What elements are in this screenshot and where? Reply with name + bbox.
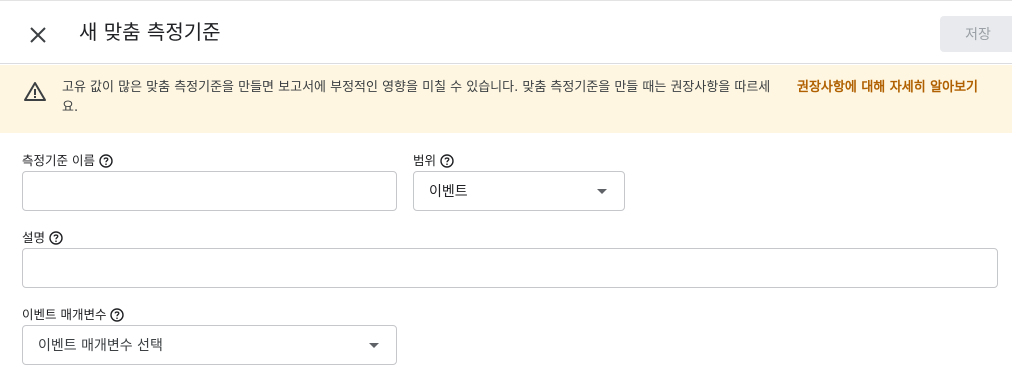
scope-select[interactable]: 이벤트 — [413, 171, 625, 211]
event-parameter-label-text: 이벤트 매개변수 — [22, 307, 107, 322]
description-label: 설명 — [22, 229, 63, 247]
dropdown-arrow-icon — [369, 343, 379, 348]
close-button[interactable] — [24, 21, 52, 49]
event-parameter-select[interactable]: 이벤트 매개변수 선택 — [22, 325, 397, 365]
dimension-name-input[interactable] — [22, 171, 397, 211]
close-icon — [30, 27, 46, 43]
description-label-text: 설명 — [22, 230, 46, 245]
help-icon[interactable] — [49, 231, 63, 245]
event-parameter-selected-value: 이벤트 매개변수 선택 — [38, 338, 163, 354]
dimension-name-label: 측정기준 이름 — [22, 152, 113, 170]
learn-more-link[interactable]: 권장사항에 대해 자세히 알아보기 — [797, 78, 978, 98]
help-icon[interactable] — [99, 154, 113, 168]
save-button[interactable]: 저장 — [940, 16, 1012, 52]
description-input[interactable] — [22, 248, 998, 288]
banner-message: 고유 값이 많은 맞춤 측정기준을 만들면 보고서에 부정적인 영향을 미칠 수… — [62, 80, 771, 115]
scope-selected-value: 이벤트 — [429, 184, 468, 200]
page-header: 새 맞춤 측정기준 저장 — [0, 1, 1012, 64]
scope-label-text: 범위 — [413, 153, 437, 168]
warning-banner: 고유 값이 많은 맞춤 측정기준을 만들면 보고서에 부정적인 영향을 미칠 수… — [0, 65, 1012, 133]
help-icon[interactable] — [440, 154, 454, 168]
scope-label: 범위 — [413, 152, 454, 170]
dropdown-arrow-icon — [597, 189, 607, 194]
help-icon[interactable] — [110, 308, 125, 322]
event-parameter-label: 이벤트 매개변수 — [22, 306, 125, 324]
page-title: 새 맞춤 측정기준 — [79, 20, 221, 44]
warning-icon — [24, 82, 46, 101]
dimension-name-label-text: 측정기준 이름 — [22, 153, 95, 168]
